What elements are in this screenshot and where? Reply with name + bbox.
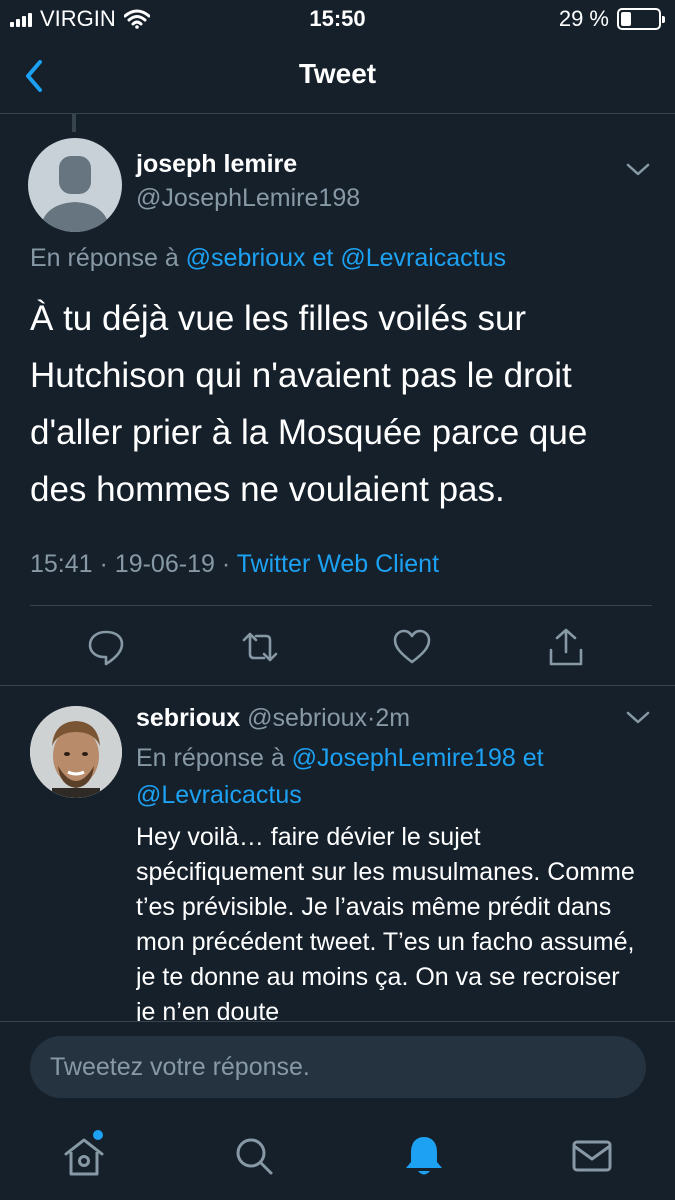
reply-and: et	[522, 744, 544, 772]
status-right: 29 %	[558, 6, 665, 32]
reply-header: sebrioux @sebrioux·2m	[136, 704, 410, 733]
reply-prefix: En réponse à	[136, 744, 285, 772]
mention-link[interactable]: @Levraicactus	[136, 781, 302, 809]
thread-connector	[72, 114, 76, 132]
separator: ·	[221, 550, 231, 578]
tab-home[interactable]	[60, 1132, 108, 1180]
share-icon	[549, 628, 583, 666]
nav-bar: Tweet	[0, 38, 675, 114]
tab-search[interactable]	[230, 1132, 278, 1180]
tab-messages[interactable]	[568, 1132, 616, 1180]
tweet-time: 15:41	[30, 550, 93, 578]
reply-input[interactable]	[50, 1036, 630, 1098]
share-button[interactable]	[546, 626, 586, 668]
divider	[30, 605, 652, 606]
retweet-button[interactable]	[240, 626, 280, 668]
mention-link[interactable]: @JosephLemire198	[292, 744, 516, 772]
battery-percent: 29 %	[558, 6, 609, 31]
page-title: Tweet	[298, 58, 377, 89]
reply-icon	[88, 630, 124, 666]
search-icon	[236, 1138, 273, 1175]
reply-button[interactable]	[86, 626, 126, 668]
tweet-date: 19-06-19	[114, 550, 215, 578]
heart-icon	[393, 629, 431, 664]
tab-bar	[0, 1110, 675, 1200]
bell-icon	[406, 1137, 442, 1175]
chevron-down-icon	[626, 711, 650, 724]
like-button[interactable]	[392, 626, 432, 668]
avatar[interactable]	[28, 138, 122, 232]
profile-photo-icon	[30, 706, 122, 798]
author-handle[interactable]: @JosephLemire198	[136, 184, 360, 213]
battery-icon	[617, 8, 665, 30]
reply-prefix: En réponse à	[30, 244, 179, 272]
tweet-meta: 15:41 · 19-06-19 · Twitter Web Client	[30, 550, 439, 579]
tweet-text: À tu déjà vue les filles voilés sur Hutc…	[30, 299, 588, 509]
author-name[interactable]: joseph lemire	[136, 150, 297, 179]
author-name[interactable]: sebrioux	[136, 704, 240, 732]
avatar[interactable]	[30, 706, 122, 798]
mail-icon	[572, 1140, 612, 1172]
retweet-icon	[242, 632, 278, 662]
tweet-age: 2m	[375, 704, 411, 732]
reply-and: et	[312, 244, 334, 272]
chevron-down-icon	[626, 163, 650, 176]
tweet-actions	[0, 620, 675, 678]
home-icon	[64, 1138, 104, 1176]
reply-context: En réponse à @JosephLemire198 et @Levrai…	[136, 740, 636, 814]
reply-composer[interactable]	[30, 1036, 646, 1098]
reply-context: En réponse à @sebrioux et @Levraicactus	[30, 244, 506, 273]
home-notification-dot	[93, 1130, 103, 1140]
status-bar: VIRGIN 15:50 29 %	[0, 0, 675, 38]
default-avatar-icon	[40, 156, 110, 232]
tweet-menu-button[interactable]	[624, 160, 652, 180]
tweet-text: Hey voilà… faire dévier le sujet spécifi…	[136, 823, 635, 1022]
divider	[0, 1021, 675, 1022]
battery-fill	[621, 12, 632, 26]
mention-link[interactable]: @sebrioux	[186, 244, 306, 272]
author-handle[interactable]: @sebrioux	[247, 704, 367, 732]
mention-link[interactable]: @Levraicactus	[340, 244, 506, 272]
divider	[0, 685, 675, 686]
tab-notifications[interactable]	[400, 1132, 448, 1180]
client-link[interactable]: Twitter Web Client	[237, 550, 439, 578]
separator: ·	[99, 550, 108, 578]
tweet-menu-button[interactable]	[624, 708, 652, 728]
